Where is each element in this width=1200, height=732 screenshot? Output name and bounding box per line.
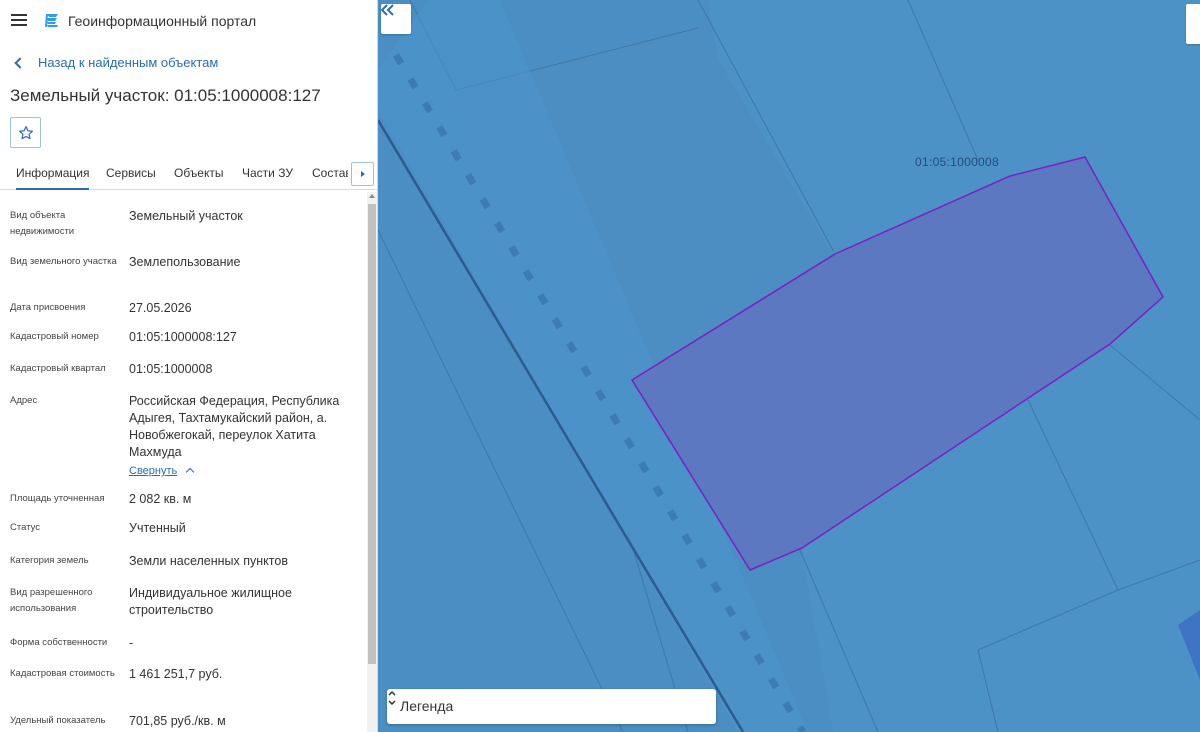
info-label: Удельный показатель bbox=[10, 715, 106, 726]
map-tool-button[interactable] bbox=[1186, 4, 1200, 44]
info-value: Землепользование bbox=[129, 255, 241, 269]
collapse-address-link[interactable]: Свернуть bbox=[129, 465, 195, 477]
map-view[interactable]: 01:05:1000008 Легенда bbox=[378, 0, 1200, 732]
portal-logo-icon bbox=[45, 13, 58, 28]
info-label: Форма собственности bbox=[10, 637, 108, 648]
collapse-panel-button[interactable] bbox=[381, 4, 411, 34]
info-label: Кадастровая стоимость bbox=[10, 668, 115, 679]
info-value: 701,85 руб./кв. м bbox=[129, 714, 226, 728]
info-label: Вид объекта недвижимости bbox=[10, 210, 75, 237]
collapse-label: Свернуть bbox=[129, 465, 178, 477]
scroll-up-arrow-icon[interactable] bbox=[369, 194, 375, 198]
app-title: Геоинформационный портал bbox=[68, 13, 257, 29]
info-value: 01:05:1000008:127 bbox=[129, 330, 237, 344]
info-value: - bbox=[129, 636, 134, 650]
legend-dropdown[interactable]: Легенда bbox=[387, 689, 716, 724]
info-value: 1 461 251,7 руб. bbox=[129, 667, 223, 681]
legend-label: Легенда bbox=[400, 698, 454, 714]
info-label: Адрес bbox=[10, 395, 38, 406]
tab-composition[interactable]: Состав bbox=[312, 166, 348, 180]
side-panel: Геоинформационный портал Назад к найденн… bbox=[0, 0, 378, 732]
back-to-results-link[interactable]: Назад к найденным объектам bbox=[12, 55, 218, 70]
tab-parcel-parts[interactable]: Части ЗУ bbox=[242, 166, 293, 180]
info-value: Земли населенных пунктов bbox=[129, 554, 288, 568]
info-label: Кадастровый номер bbox=[10, 331, 99, 342]
page-title: Земельный участок: 01:05:1000008:127 bbox=[10, 86, 321, 105]
info-list: Вид объекта недвижимости Земельный участ… bbox=[0, 192, 377, 732]
info-label: Вид разрешенного использования bbox=[10, 587, 93, 614]
info-value: Российская Федерация, Республика Адыгея,… bbox=[129, 394, 340, 459]
info-label: Дата присвоения bbox=[10, 302, 86, 313]
star-outline-icon bbox=[18, 125, 33, 139]
info-scrollbar[interactable] bbox=[367, 192, 377, 732]
map-canvas bbox=[378, 0, 1200, 732]
tab-bar: Информация Сервисы Объекты Части ЗУ Сост… bbox=[0, 158, 377, 190]
info-label: Статус bbox=[10, 522, 41, 533]
hamburger-icon[interactable] bbox=[11, 14, 27, 26]
chevron-left-icon bbox=[14, 56, 26, 69]
info-value: Индивидуальное жилищное строительство bbox=[129, 586, 292, 617]
info-value: Учтенный bbox=[129, 521, 186, 535]
info-value: 01:05:1000008 bbox=[129, 362, 213, 376]
top-bar: Геоинформационный портал bbox=[0, 0, 377, 42]
info-value: 27.05.2026 bbox=[129, 301, 192, 315]
favorite-button[interactable] bbox=[10, 117, 41, 148]
info-value: Земельный участок bbox=[129, 209, 243, 223]
tabs-next-button[interactable] bbox=[351, 162, 374, 186]
chevron-up-down-icon bbox=[388, 690, 396, 706]
back-link-label: Назад к найденным объектам bbox=[38, 55, 219, 70]
double-chevron-left-icon bbox=[381, 4, 394, 16]
cadastral-block-label: 01:05:1000008 bbox=[915, 155, 999, 169]
info-label: Категория земель bbox=[10, 555, 89, 566]
tab-information[interactable]: Информация bbox=[16, 166, 90, 190]
scroll-thumb[interactable] bbox=[368, 204, 376, 664]
info-label: Кадастровый квартал bbox=[10, 363, 106, 374]
info-label: Вид земельного участка bbox=[10, 256, 117, 267]
info-value: 2 082 кв. м bbox=[129, 492, 192, 506]
tab-services[interactable]: Сервисы bbox=[106, 166, 156, 180]
chevron-up-icon bbox=[186, 467, 195, 477]
info-label: Площадь уточненная bbox=[10, 493, 105, 504]
neighbor-parcel[interactable] bbox=[1178, 610, 1200, 680]
tab-objects[interactable]: Объекты bbox=[174, 166, 224, 180]
